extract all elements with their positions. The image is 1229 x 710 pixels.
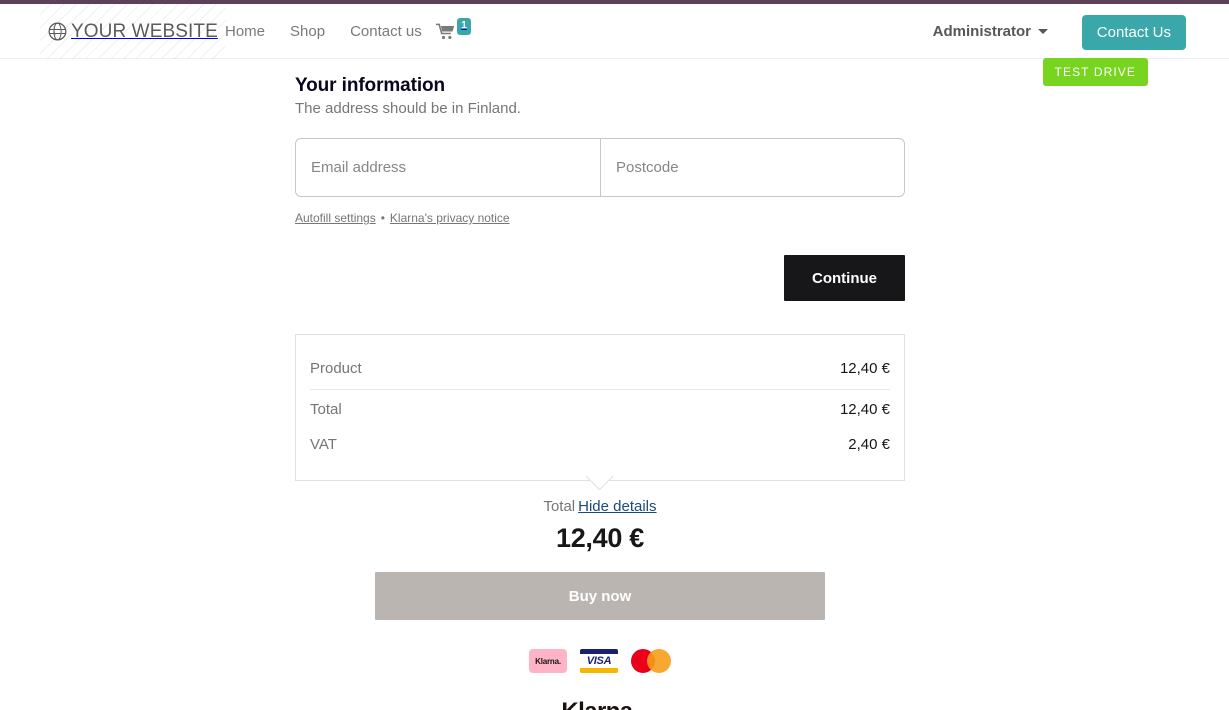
nav-item-home[interactable]: Home: [225, 23, 265, 40]
test-drive-badge: TEST DRIVE: [1043, 58, 1148, 86]
autofill-settings-link[interactable]: Autofill settings: [295, 211, 376, 225]
email-field[interactable]: [296, 139, 600, 196]
shopping-cart-icon: [436, 23, 455, 40]
site-header: YOUR WEBSITE Home Shop Contact us 1 Admi…: [0, 4, 1229, 59]
summary-row-vat: VAT 2,40 €: [310, 427, 890, 462]
legal-separator: •: [381, 211, 385, 225]
site-logo-text: YOUR WEBSITE: [71, 21, 218, 43]
summary-value: 2,40 €: [848, 436, 890, 453]
buy-now-button[interactable]: Buy now: [375, 572, 825, 620]
visa-bottom-bar: [580, 668, 618, 673]
summary-divider: [310, 389, 890, 390]
summary-row-total: Total 12,40 €: [310, 392, 890, 427]
customer-info-fields: [295, 138, 905, 197]
klarna-checkout-panel: Your information The address should be i…: [295, 59, 905, 710]
summary-label: Product: [310, 360, 362, 377]
visa-icon-label: VISA: [580, 654, 618, 668]
summary-value: 12,40 €: [840, 401, 890, 418]
postcode-field[interactable]: [600, 139, 904, 196]
nav-item-contact-us[interactable]: Contact us: [350, 23, 422, 40]
total-toggle-line: TotalHide details: [295, 498, 905, 515]
summary-notch: [586, 476, 614, 490]
main-navigation: Home Shop Contact us: [225, 4, 422, 59]
total-label: Total: [543, 498, 575, 515]
privacy-notice-link[interactable]: Klarna's privacy notice: [390, 211, 510, 225]
site-logo[interactable]: YOUR WEBSITE: [40, 4, 226, 59]
cart-count-badge: 1: [457, 18, 471, 35]
globe-icon: [48, 22, 67, 41]
chevron-down-icon: [1038, 29, 1048, 34]
summary-value: 12,40 €: [840, 360, 890, 377]
hide-details-link[interactable]: Hide details: [578, 498, 656, 515]
cart-button[interactable]: 1: [436, 4, 471, 59]
visa-icon: VISA: [580, 649, 618, 673]
summary-label: VAT: [310, 436, 337, 453]
klarna-footer-logo: Klarna.: [295, 698, 905, 710]
contact-us-button[interactable]: Contact Us: [1082, 15, 1186, 50]
summary-row-product: Product 12,40 €: [310, 351, 890, 386]
continue-row: Continue: [295, 255, 905, 301]
grand-total-amount: 12,40 €: [295, 523, 905, 554]
klarna-icon: Klarna.: [529, 649, 567, 673]
legal-links: Autofill settings • Klarna's privacy not…: [295, 211, 905, 225]
continue-button[interactable]: Continue: [784, 255, 905, 301]
account-label: Administrator: [933, 23, 1031, 40]
payment-methods: Klarna. VISA: [295, 649, 905, 673]
account-dropdown[interactable]: Administrator: [933, 4, 1048, 59]
section-title: Your information: [295, 75, 905, 97]
mastercard-icon: [631, 649, 671, 673]
klarna-icon-label: Klarna.: [535, 657, 561, 666]
order-summary: Product 12,40 € Total 12,40 € VAT 2,40 €: [295, 334, 905, 481]
nav-item-shop[interactable]: Shop: [290, 23, 325, 40]
mastercard-right-circle: [647, 649, 671, 673]
summary-label: Total: [310, 401, 342, 418]
section-subtitle: The address should be in Finland.: [295, 100, 905, 117]
